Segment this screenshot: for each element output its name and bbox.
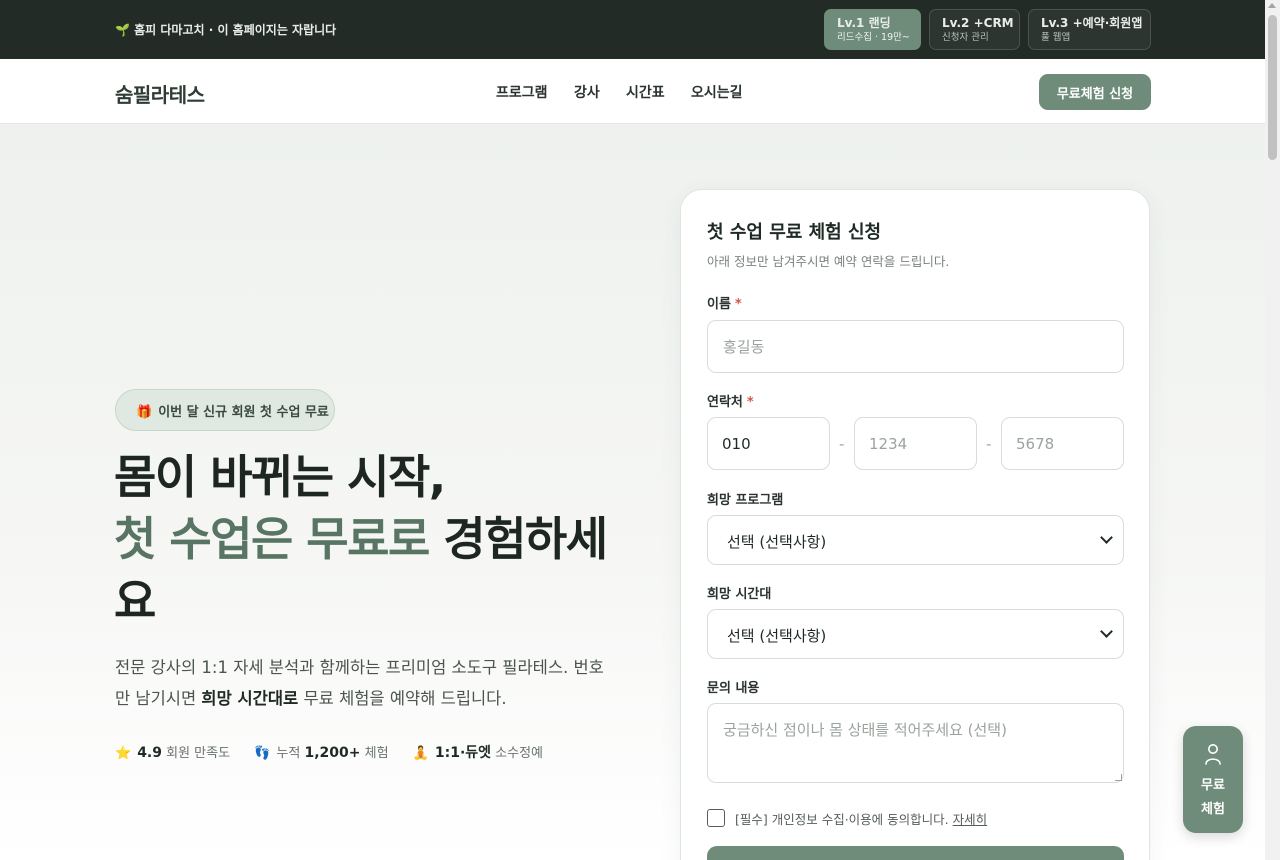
privacy-agree-text: [필수] 개인정보 수집·이용에 동의합니다. bbox=[735, 812, 949, 827]
trial-form-card: 첫 수업 무료 체험 신청 아래 정보만 남겨주시면 예약 연락을 드립니다. … bbox=[680, 189, 1150, 860]
name-label: 이름 * bbox=[707, 293, 742, 312]
nav-timetable[interactable]: 시간표 bbox=[626, 82, 665, 102]
hero-title-accent: 첫 수업은 무료로 bbox=[114, 512, 430, 566]
promo-badge-text: 이번 달 신규 회원 첫 수업 무료 bbox=[158, 405, 329, 420]
phone-prefix-input[interactable] bbox=[707, 417, 830, 470]
hero-stats: ⭐ 4.9 회원 만족도 👣 누적 1,200+ 체험 🧘 1:1·듀엣 소수정예 bbox=[115, 742, 563, 762]
level-3-sub: 풀 웹앱 bbox=[1041, 32, 1071, 43]
level-1-sub: 리드수집 · 19만~ bbox=[837, 32, 910, 43]
level-3-tab[interactable]: Lv.3 +예약·회원앱 풀 웹앱 bbox=[1028, 9, 1151, 50]
phone-middle-input[interactable] bbox=[854, 417, 977, 470]
yoga-icon: 🧘 bbox=[412, 746, 429, 761]
stat-rating-label: 회원 만족도 bbox=[162, 746, 231, 761]
time-select[interactable]: 선택 (선택사항) bbox=[707, 609, 1124, 659]
nav-directions[interactable]: 오시는길 bbox=[691, 82, 743, 102]
scrollbar-thumb[interactable] bbox=[1268, 15, 1277, 160]
level-1-tab[interactable]: Lv.1 랜딩 리드수집 · 19만~ bbox=[824, 9, 921, 50]
privacy-agree-label: [필수] 개인정보 수집·이용에 동의합니다. 자세히 bbox=[735, 809, 987, 828]
phone-label-text: 연락처 bbox=[707, 395, 743, 410]
inquiry-label: 문의 내용 bbox=[707, 681, 760, 696]
level-2-sub: 신청자 관리 bbox=[942, 32, 989, 43]
stat-rating: ⭐ 4.9 회원 만족도 bbox=[115, 742, 230, 761]
level-2-title: Lv.2 +CRM bbox=[942, 16, 1014, 30]
stat-trials: 👣 누적 1,200+ 체험 bbox=[254, 742, 388, 761]
chevron-down-icon bbox=[1100, 625, 1113, 638]
inquiry-textarea[interactable] bbox=[707, 703, 1124, 783]
form-subtitle: 아래 정보만 남겨주시면 예약 연락을 드립니다. bbox=[707, 254, 950, 269]
privacy-details-link[interactable]: 자세히 bbox=[953, 812, 988, 827]
program-select-value: 선택 (선택사항) bbox=[727, 533, 827, 551]
phone-label: 연락처 * bbox=[707, 391, 754, 410]
required-mark: * bbox=[746, 395, 754, 410]
star-icon: ⭐ bbox=[115, 746, 132, 761]
hero-lead: 전문 강사의 1:1 자세 분석과 함께하는 프리미엄 소도구 필라테스. 번호… bbox=[115, 652, 615, 714]
nav-program[interactable]: 프로그램 bbox=[496, 82, 548, 102]
name-input[interactable] bbox=[707, 320, 1124, 373]
program-select[interactable]: 선택 (선택사항) bbox=[707, 515, 1124, 565]
floating-label-line1: 무료 bbox=[1201, 778, 1225, 793]
chevron-down-icon bbox=[1100, 531, 1113, 544]
topbar-notice: 🌱 홈피 다마고치 · 이 홈페이지는 자랍니다 bbox=[115, 23, 337, 37]
floating-trial-button[interactable]: 무료 체험 bbox=[1183, 726, 1243, 833]
resize-grip-icon[interactable] bbox=[1115, 774, 1122, 781]
scroll-up-arrow-icon[interactable] bbox=[1268, 3, 1276, 8]
promo-badge: 🎁 이번 달 신규 회원 첫 수업 무료 bbox=[115, 389, 335, 431]
stat-trials-value: 1,200+ bbox=[304, 745, 361, 761]
footprints-icon: 👣 bbox=[254, 746, 271, 761]
hero-lead-bold: 희망 시간대로 bbox=[201, 689, 299, 708]
free-trial-button[interactable]: 무료체험 신청 bbox=[1039, 74, 1151, 110]
stat-trials-label: 체험 bbox=[360, 746, 389, 761]
hero-title-line1: 몸이 바뀌는 시작, bbox=[114, 450, 446, 504]
time-label: 희망 시간대 bbox=[707, 587, 772, 602]
site-header: 숨필라테스 프로그램 강사 시간표 오시는길 무료체험 신청 bbox=[0, 59, 1265, 124]
submit-button[interactable] bbox=[707, 846, 1124, 860]
required-mark: * bbox=[734, 297, 742, 312]
stat-class-size-label: 소수정예 bbox=[491, 746, 544, 761]
page-scrollbar[interactable] bbox=[1265, 0, 1280, 860]
site-logo[interactable]: 숨필라테스 bbox=[115, 79, 205, 108]
person-icon bbox=[1205, 744, 1221, 765]
level-1-title: Lv.1 랜딩 bbox=[837, 16, 891, 30]
privacy-agree-checkbox[interactable] bbox=[707, 809, 725, 827]
phone-separator: - bbox=[986, 435, 992, 453]
topbar: 🌱 홈피 다마고치 · 이 홈페이지는 자랍니다 Lv.1 랜딩 리드수집 · … bbox=[0, 0, 1265, 59]
phone-last-input[interactable] bbox=[1001, 417, 1124, 470]
program-label: 희망 프로그램 bbox=[707, 493, 784, 508]
stat-class-size-value: 1:1·듀엣 bbox=[434, 745, 492, 761]
name-label-text: 이름 bbox=[707, 297, 731, 312]
form-title: 첫 수업 무료 체험 신청 bbox=[707, 222, 882, 243]
phone-separator: - bbox=[839, 435, 845, 453]
stat-class-size: 🧘 1:1·듀엣 소수정예 bbox=[413, 742, 543, 762]
hero-lead-post: 무료 체험을 예약해 드립니다. bbox=[298, 689, 507, 708]
level-2-tab[interactable]: Lv.2 +CRM 신청자 관리 bbox=[929, 9, 1020, 50]
nav-instructor[interactable]: 강사 bbox=[574, 82, 600, 102]
time-select-value: 선택 (선택사항) bbox=[727, 627, 827, 645]
stat-trials-pre: 누적 bbox=[276, 746, 305, 761]
level-3-title: Lv.3 +예약·회원앱 bbox=[1041, 16, 1143, 30]
gift-icon: 🎁 bbox=[136, 405, 153, 420]
floating-label-line2: 체험 bbox=[1201, 802, 1225, 817]
hero-title: 몸이 바뀌는 시작, 첫 수업은 무료로 경험하세요 bbox=[114, 446, 634, 632]
stat-rating-value: 4.9 bbox=[137, 745, 162, 761]
